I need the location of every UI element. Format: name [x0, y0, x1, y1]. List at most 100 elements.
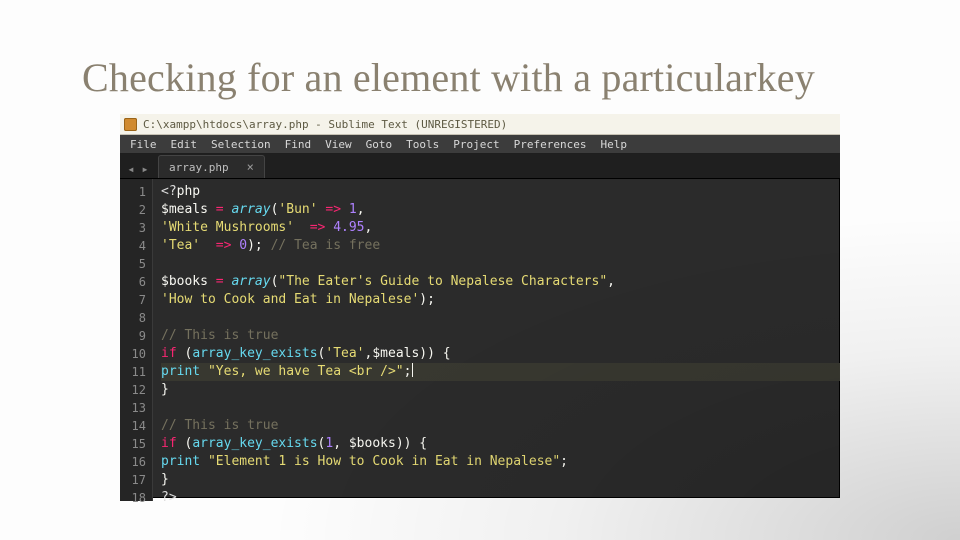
line-number: 10 — [120, 345, 152, 363]
code-token: array — [231, 274, 270, 289]
menu-preferences[interactable]: Preferences — [514, 138, 587, 151]
code-line[interactable]: if (array_key_exists('Tea',$meals)) { — [161, 345, 840, 363]
code-token: 'How to Cook and Eat in Nepalese' — [161, 292, 419, 307]
code-token: } — [161, 472, 169, 487]
code-token: 'White Mushrooms' — [161, 220, 294, 235]
code-line[interactable]: ?> — [161, 489, 840, 507]
code-line[interactable] — [161, 309, 840, 327]
code-line[interactable]: // This is true — [161, 327, 840, 345]
code-token: => — [325, 202, 341, 217]
menu-tools[interactable]: Tools — [406, 138, 439, 151]
menu-edit[interactable]: Edit — [171, 138, 198, 151]
text-caret — [412, 363, 413, 377]
line-number: 8 — [120, 309, 152, 327]
code-token: print — [161, 454, 200, 469]
tab-nav-left-icon[interactable]: ◂ — [124, 160, 138, 178]
sublime-logo-icon — [124, 118, 137, 131]
code-token: array — [231, 202, 270, 217]
code-token — [200, 364, 208, 379]
tab-label: array.php — [169, 161, 229, 174]
code-token: "Element 1 is How to Cook in Eat in Nepa… — [208, 454, 560, 469]
code-line[interactable]: print "Yes, we have Tea <br />"; — [161, 363, 840, 381]
code-token: , $books)) { — [333, 436, 427, 451]
tab-nav-right-icon[interactable]: ▸ — [138, 160, 152, 178]
code-line[interactable]: 'Tea' => 0); // Tea is free — [161, 237, 840, 255]
code-token: , — [357, 202, 365, 217]
menu-project[interactable]: Project — [453, 138, 499, 151]
line-number: 2 — [120, 201, 152, 219]
line-number: 15 — [120, 435, 152, 453]
code-token: php — [177, 184, 200, 199]
line-number: 18 — [120, 489, 152, 507]
code-token: "The Eater's Guide to Nepalese Character… — [278, 274, 607, 289]
code-token — [341, 202, 349, 217]
code-line[interactable] — [161, 255, 840, 273]
code-token: 'Bun' — [278, 202, 317, 217]
code-token: } — [161, 382, 169, 397]
code-token: 4.95 — [333, 220, 364, 235]
code-token: = — [216, 274, 224, 289]
menu-find[interactable]: Find — [285, 138, 312, 151]
code-token: // Tea is free — [271, 238, 381, 253]
line-number: 13 — [120, 399, 152, 417]
code-token: array_key_exists — [192, 346, 317, 361]
code-token: // This is true — [161, 328, 278, 343]
code-line[interactable]: } — [161, 471, 840, 489]
tab-bar: ◂ ▸ array.php × — [120, 154, 840, 179]
line-number: 4 — [120, 237, 152, 255]
menu-help[interactable]: Help — [600, 138, 627, 151]
code-line[interactable]: <?php — [161, 183, 840, 201]
code-token: ; — [404, 364, 412, 379]
line-number: 7 — [120, 291, 152, 309]
code-token: <? — [161, 184, 177, 199]
code-token: ,$meals)) { — [365, 346, 451, 361]
code-token: $books — [161, 274, 216, 289]
code-line[interactable]: // This is true — [161, 417, 840, 435]
code-token: => — [310, 220, 326, 235]
code-lines[interactable]: <?php$meals = array('Bun' => 1,'White Mu… — [153, 179, 840, 501]
code-line[interactable]: $meals = array('Bun' => 1, — [161, 201, 840, 219]
code-line[interactable]: } — [161, 381, 840, 399]
code-line[interactable]: 'White Mushrooms' => 4.95, — [161, 219, 840, 237]
code-token: 1 — [349, 202, 357, 217]
slide-title: Checking for an element with a particula… — [82, 54, 815, 101]
code-token: 'Tea' — [325, 346, 364, 361]
tab-active[interactable]: array.php × — [158, 155, 265, 178]
code-area[interactable]: 123456789101112131415161718 <?php$meals … — [120, 179, 840, 501]
code-token: 'Tea' — [161, 238, 200, 253]
code-token: ); — [419, 292, 435, 307]
code-line[interactable] — [161, 399, 840, 417]
line-number: 14 — [120, 417, 152, 435]
code-token: ( — [177, 436, 193, 451]
code-token: 0 — [239, 238, 247, 253]
menu-view[interactable]: View — [325, 138, 352, 151]
code-token: ( — [177, 346, 193, 361]
line-number: 16 — [120, 453, 152, 471]
line-number: 1 — [120, 183, 152, 201]
line-number: 3 — [120, 219, 152, 237]
menu-goto[interactable]: Goto — [366, 138, 393, 151]
menu-file[interactable]: File — [130, 138, 157, 151]
line-number: 17 — [120, 471, 152, 489]
code-token — [294, 220, 310, 235]
code-token — [200, 238, 216, 253]
code-token: // This is true — [161, 418, 278, 433]
editor-window: C:\xampp\htdocs\array.php - Sublime Text… — [120, 114, 840, 498]
code-line[interactable]: if (array_key_exists(1, $books)) { — [161, 435, 840, 453]
menu-bar: File Edit Selection Find View Goto Tools… — [120, 135, 840, 154]
line-number: 6 — [120, 273, 152, 291]
tab-close-icon[interactable]: × — [247, 160, 254, 174]
code-token: ; — [560, 454, 568, 469]
window-titlebar: C:\xampp\htdocs\array.php - Sublime Text… — [120, 114, 840, 135]
line-number: 11 — [120, 363, 152, 381]
code-token: $meals — [161, 202, 216, 217]
code-token — [200, 454, 208, 469]
code-line[interactable]: $books = array("The Eater's Guide to Nep… — [161, 273, 840, 291]
code-token: = — [216, 202, 224, 217]
code-line[interactable]: 'How to Cook and Eat in Nepalese'); — [161, 291, 840, 309]
line-number: 12 — [120, 381, 152, 399]
menu-selection[interactable]: Selection — [211, 138, 271, 151]
code-token: => — [216, 238, 232, 253]
code-line[interactable]: print "Element 1 is How to Cook in Eat i… — [161, 453, 840, 471]
code-token: array_key_exists — [192, 436, 317, 451]
